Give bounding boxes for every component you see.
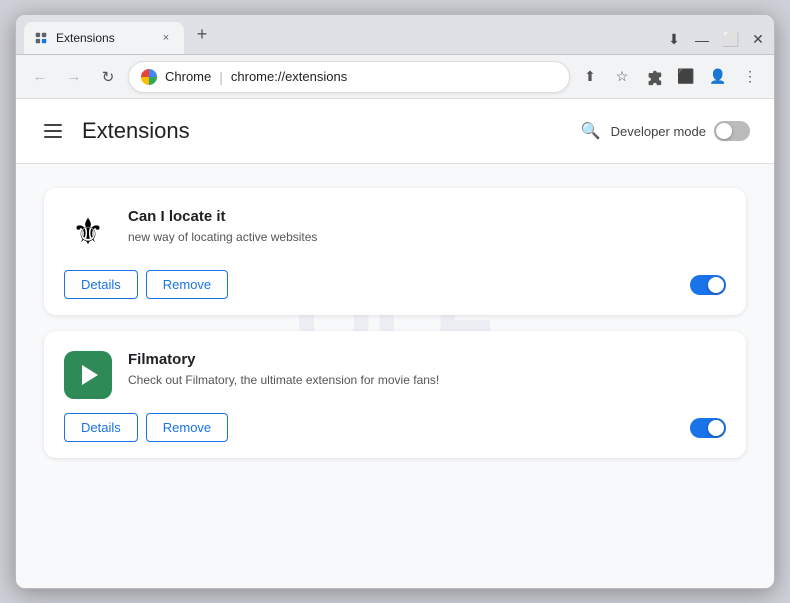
details-button-2[interactable]: Details	[64, 413, 138, 442]
details-button-1[interactable]: Details	[64, 270, 138, 299]
address-brand: Chrome	[165, 69, 211, 84]
remove-button-1[interactable]: Remove	[146, 270, 228, 299]
extension-toggle-1[interactable]	[690, 275, 726, 295]
hamburger-line-3	[44, 136, 62, 138]
window-controls: ⬇ — ⬜ ✕	[666, 31, 766, 54]
share-button[interactable]: ⬆	[576, 63, 604, 91]
address-bar[interactable]: Chrome | chrome://extensions	[128, 61, 570, 93]
back-button[interactable]: ←	[26, 63, 54, 91]
ext-card-top-1: ⚜ Can I locate it new way of locating ac…	[64, 208, 726, 256]
refresh-button[interactable]: ↻	[94, 63, 122, 91]
title-bar: Extensions × + ⬇ — ⬜ ✕	[16, 15, 774, 55]
tab-favicon	[34, 31, 48, 45]
extension-toggle-2[interactable]	[690, 418, 726, 438]
minimize-button[interactable]: —	[694, 32, 710, 48]
tab-close-button[interactable]: ×	[158, 30, 174, 46]
close-button[interactable]: ✕	[750, 31, 766, 48]
extension-name-1: Can I locate it	[128, 208, 726, 225]
restore-button[interactable]: ⬇	[666, 31, 682, 48]
extension-icon-filmatory	[64, 351, 112, 399]
extensions-button[interactable]	[640, 63, 668, 91]
toggle-knob-1	[708, 277, 724, 293]
extension-card-can-i-locate-it: ⚜ Can I locate it new way of locating ac…	[44, 188, 746, 315]
ext-card-bottom-2: Details Remove	[64, 413, 726, 442]
hamburger-line-1	[44, 124, 62, 126]
ext-card-bottom-1: Details Remove	[64, 270, 726, 299]
remove-button-2[interactable]: Remove	[146, 413, 228, 442]
split-view-button[interactable]: ⬛	[672, 63, 700, 91]
ext-card-top-2: Filmatory Check out Filmatory, the ultim…	[64, 351, 726, 399]
chrome-logo-icon	[141, 69, 157, 85]
maximize-button[interactable]: ⬜	[722, 31, 738, 48]
ext-toggle-wrap-2	[690, 418, 726, 438]
hamburger-menu-button[interactable]	[40, 115, 72, 147]
ext-toggle-wrap-1	[690, 275, 726, 295]
extension-name-2: Filmatory	[128, 351, 726, 368]
page-content: Extensions 🔍 Developer mode QLF ⚜	[16, 99, 774, 588]
developer-mode-label: Developer mode	[611, 124, 706, 139]
address-separator: |	[219, 69, 223, 85]
bookmark-button[interactable]: ☆	[608, 63, 636, 91]
developer-mode-toggle[interactable]	[714, 121, 750, 141]
navigation-bar: ← → ↻ Chrome | chrome://extensions ⬆ ☆ ⬛…	[16, 55, 774, 99]
browser-window: Extensions × + ⬇ — ⬜ ✕ ← → ↻ Chrome | ch…	[15, 14, 775, 589]
extensions-header: Extensions 🔍 Developer mode	[16, 99, 774, 164]
extension-desc-1: new way of locating active websites	[128, 229, 726, 246]
extension-info-1: Can I locate it new way of locating acti…	[128, 208, 726, 246]
nav-action-buttons: ⬆ ☆ ⬛ 👤 ⋮	[576, 63, 764, 91]
tab-title: Extensions	[56, 31, 150, 45]
hamburger-line-2	[44, 130, 62, 132]
toggle-knob-2	[708, 420, 724, 436]
extension-card-filmatory: Filmatory Check out Filmatory, the ultim…	[44, 331, 746, 458]
forward-button[interactable]: →	[60, 63, 88, 91]
svg-text:⚜: ⚜	[72, 212, 104, 252]
new-tab-button[interactable]: +	[188, 21, 216, 49]
address-url: chrome://extensions	[231, 69, 347, 84]
toggle-knob	[716, 123, 732, 139]
extensions-list: QLF ⚜ Can I locate it new way of locatin…	[16, 164, 774, 482]
page-title: Extensions	[82, 118, 190, 144]
play-triangle-icon	[82, 365, 98, 385]
active-tab[interactable]: Extensions ×	[24, 22, 184, 54]
extension-info-2: Filmatory Check out Filmatory, the ultim…	[128, 351, 726, 389]
profile-button[interactable]: 👤	[704, 63, 732, 91]
search-button[interactable]: 🔍	[575, 115, 607, 147]
extension-icon-can-i-locate-it: ⚜	[64, 208, 112, 256]
menu-button[interactable]: ⋮	[736, 63, 764, 91]
extension-desc-2: Check out Filmatory, the ultimate extens…	[128, 372, 726, 389]
